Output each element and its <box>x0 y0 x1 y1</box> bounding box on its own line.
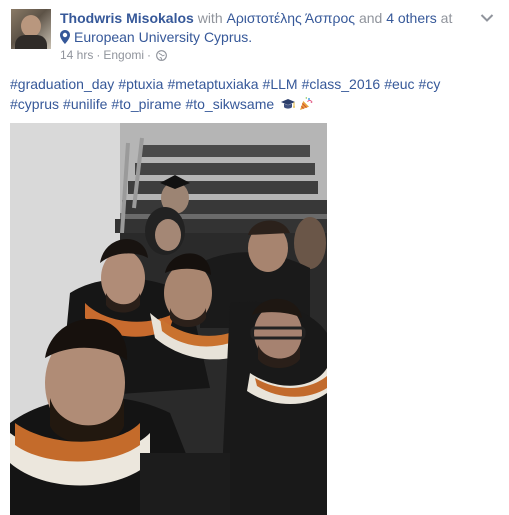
and-text: and <box>358 10 383 26</box>
hashtag-link[interactable]: #cy <box>419 76 441 92</box>
hashtag-link[interactable]: #metaptuxiaka <box>167 76 258 92</box>
post-meta: 14 hrs · Engomi · <box>60 47 167 65</box>
party-popper-icon <box>298 96 314 117</box>
avatar-body <box>15 35 47 49</box>
hashtag-link[interactable]: #LLM <box>263 76 298 92</box>
timestamp[interactable]: 14 hrs <box>60 48 93 62</box>
graduation-cap-icon <box>280 96 296 117</box>
hashtag-link[interactable]: #graduation_day <box>10 76 114 92</box>
avatar-face <box>21 15 41 37</box>
author-avatar[interactable] <box>11 9 51 49</box>
hashtag-link[interactable]: #cyprus <box>10 96 59 112</box>
hashtag-link[interactable]: #euc <box>384 76 414 92</box>
location-link[interactable]: European University Cyprus. <box>74 29 252 45</box>
hashtag-link[interactable]: #unilife <box>63 96 107 112</box>
hashtag-link[interactable]: #class_2016 <box>302 76 381 92</box>
others-link[interactable]: 4 others <box>386 10 437 26</box>
location-line: European University Cyprus. <box>60 28 252 48</box>
location-pin-icon <box>60 30 70 48</box>
post-caption: #graduation_day #ptuxia #metaptuxiaka #LLM #… <box>10 74 500 117</box>
tagged-person-link[interactable]: Αριστοτέλης Άσπρος <box>227 10 356 26</box>
at-text: at <box>440 10 453 26</box>
hashtag-link[interactable]: #to_sikwsame <box>185 96 274 112</box>
feed-post: Thodwris Misokalos with Αριστοτέλης Άσπρ… <box>0 0 509 515</box>
place-name[interactable]: Engomi <box>103 48 144 62</box>
hashtag-link[interactable]: #to_pirame <box>111 96 181 112</box>
post-photo[interactable] <box>10 123 327 515</box>
author-name[interactable]: Thodwris Misokalos <box>60 10 194 26</box>
post-options-chevron-down-icon[interactable] <box>480 10 496 22</box>
graduation-selfie-image <box>10 123 327 515</box>
separator-dot: · <box>96 48 101 62</box>
post-header: Thodwris Misokalos with Αριστοτέλης Άσπρ… <box>60 9 452 27</box>
hashtag-link[interactable]: #ptuxia <box>118 76 163 92</box>
separator-dot: · <box>147 48 152 62</box>
with-text: with <box>197 10 223 26</box>
globe-icon[interactable] <box>156 49 167 65</box>
